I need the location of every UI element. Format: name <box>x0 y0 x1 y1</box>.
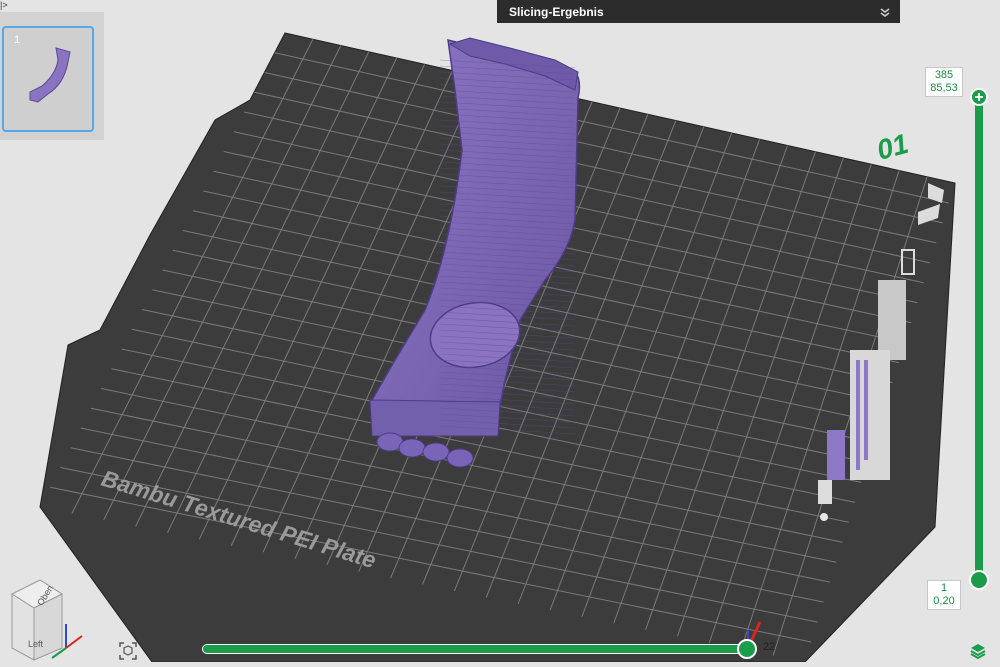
fit-view-icon[interactable] <box>117 640 139 662</box>
slicing-result-title: Slicing-Ergebnis <box>509 4 604 19</box>
corner-mark: |> <box>0 0 8 10</box>
view-cube[interactable]: Oben Left <box>0 572 92 662</box>
view-cube-left-face: Left <box>28 639 44 649</box>
layer-slider-top-label: 385 85,53 <box>925 67 963 97</box>
plate-thumbnail[interactable]: 1 <box>2 26 94 132</box>
move-slider-value: 22 <box>763 641 776 653</box>
top-layer-height: 85,53 <box>930 82 958 94</box>
layer-slider-top-handle[interactable] <box>970 88 988 106</box>
slicing-result-panel-header[interactable]: Slicing-Ergebnis <box>497 0 900 23</box>
bottom-layer-height: 0,20 <box>933 595 955 607</box>
plate-scene: Bambu Textured PEI Plate 01 <box>39 32 956 662</box>
double-chevron-down-icon[interactable] <box>878 5 892 19</box>
3d-viewport[interactable]: Bambu Textured PEI Plate 01 <box>0 0 1000 662</box>
move-slider-handle[interactable] <box>737 639 757 659</box>
layer-slider-track[interactable] <box>975 96 983 580</box>
bottom-layer-number: 1 <box>940 582 948 594</box>
plate-list-panel: 1 <box>0 12 104 140</box>
plate-id: 01 <box>874 128 912 166</box>
move-slider-track[interactable] <box>202 644 752 654</box>
top-layer-number: 385 <box>934 69 954 81</box>
plate-thumbnail-number: 1 <box>14 34 21 46</box>
plus-icon <box>975 93 983 101</box>
layer-slider-bottom-handle[interactable] <box>969 570 989 590</box>
layers-icon[interactable] <box>969 642 987 660</box>
layer-slider-bottom-label: 1 0,20 <box>927 580 961 610</box>
